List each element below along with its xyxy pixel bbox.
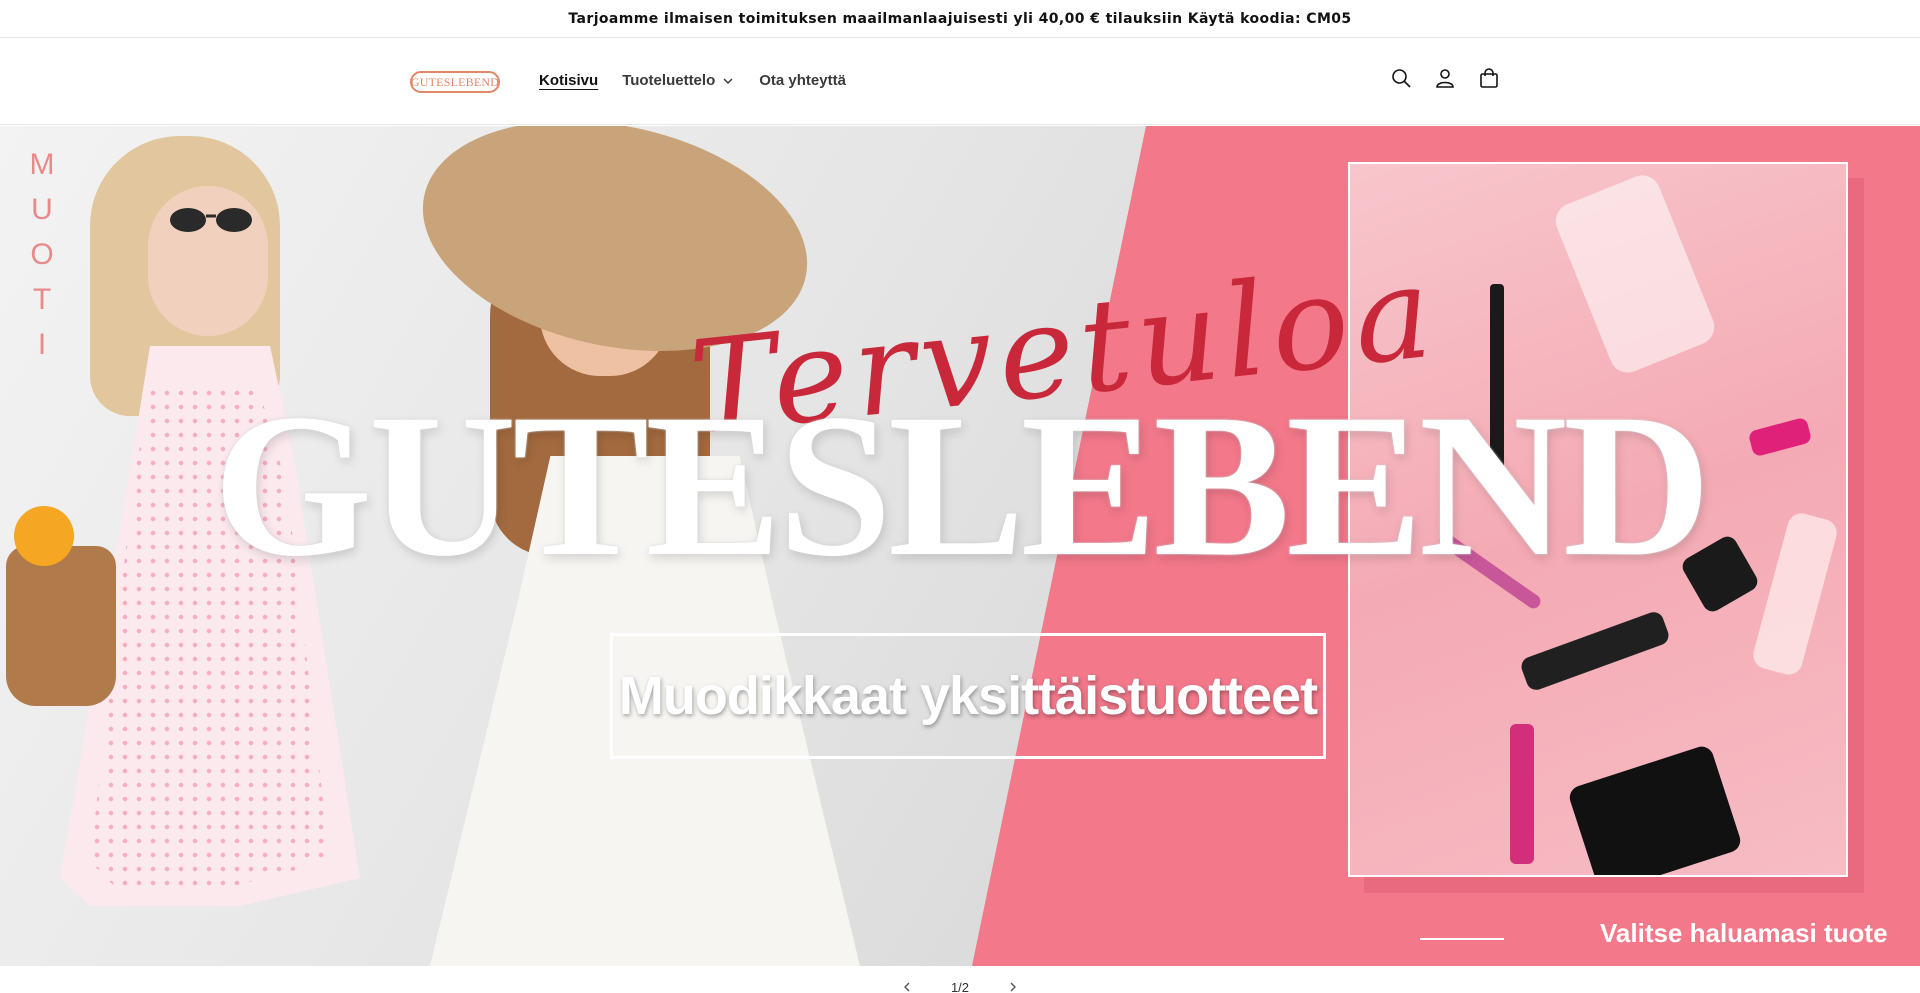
nav-contact[interactable]: Ota yhteyttä bbox=[759, 72, 846, 89]
chevron-down-icon bbox=[723, 77, 733, 84]
mascara bbox=[1518, 609, 1672, 693]
compact-case bbox=[1566, 743, 1744, 875]
side-letter: T bbox=[32, 283, 52, 316]
main-nav: Kotisivu Tuoteluettelo Ota yhteyttä bbox=[539, 72, 846, 89]
hero-side-text: M U O T I bbox=[24, 142, 60, 367]
side-letter: I bbox=[37, 328, 47, 361]
hero-banner[interactable]: M U O T I Tervetuloa GUTESLEBEND Muodikk… bbox=[0, 126, 1920, 966]
search-icon[interactable] bbox=[1390, 67, 1412, 89]
slide-counter: 1/2 bbox=[950, 979, 970, 993]
site-header: GUTESLEBEND Kotisivu Tuoteluettelo Ota y… bbox=[0, 39, 1920, 125]
lipstick-tube bbox=[1510, 724, 1534, 864]
site-logo[interactable]: GUTESLEBEND bbox=[410, 71, 500, 93]
nav-home[interactable]: Kotisivu bbox=[539, 72, 598, 89]
announcement-bar: Tarjoamme ilmaisen toimituksen maailmanl… bbox=[0, 0, 1920, 38]
logo-text: GUTESLEBEND bbox=[410, 74, 500, 89]
hero-tagline-box: Muodikkaat yksittäistuotteet bbox=[610, 633, 1326, 759]
hero-brand-title: GUTESLEBEND bbox=[212, 372, 1711, 599]
choose-divider bbox=[1420, 938, 1504, 940]
slider-controls: 1/2 bbox=[900, 977, 1020, 993]
cart-icon[interactable] bbox=[1478, 67, 1500, 89]
announcement-text: Tarjoamme ilmaisen toimituksen maailmanl… bbox=[568, 10, 1352, 27]
sunglasses-icon bbox=[170, 208, 252, 232]
perfume-bottle bbox=[1550, 169, 1720, 379]
nav-catalog[interactable]: Tuoteluettelo bbox=[622, 72, 735, 89]
hero-tagline: Muodikkaat yksittäistuotteet bbox=[618, 666, 1318, 726]
nav-contact-label: Ota yhteyttä bbox=[759, 72, 846, 89]
account-icon[interactable] bbox=[1434, 67, 1456, 89]
nav-home-label: Kotisivu bbox=[539, 72, 599, 89]
nav-catalog-label: Tuoteluettelo bbox=[622, 72, 716, 89]
side-letter: U bbox=[31, 193, 53, 226]
side-letter: O bbox=[30, 238, 54, 271]
chevron-right-icon[interactable] bbox=[1006, 980, 1020, 993]
header-icons bbox=[1390, 67, 1500, 89]
side-letter: M bbox=[29, 148, 55, 181]
chevron-left-icon[interactable] bbox=[900, 980, 914, 993]
hero-choose-text: Valitse haluamasi tuote bbox=[1600, 918, 1888, 948]
